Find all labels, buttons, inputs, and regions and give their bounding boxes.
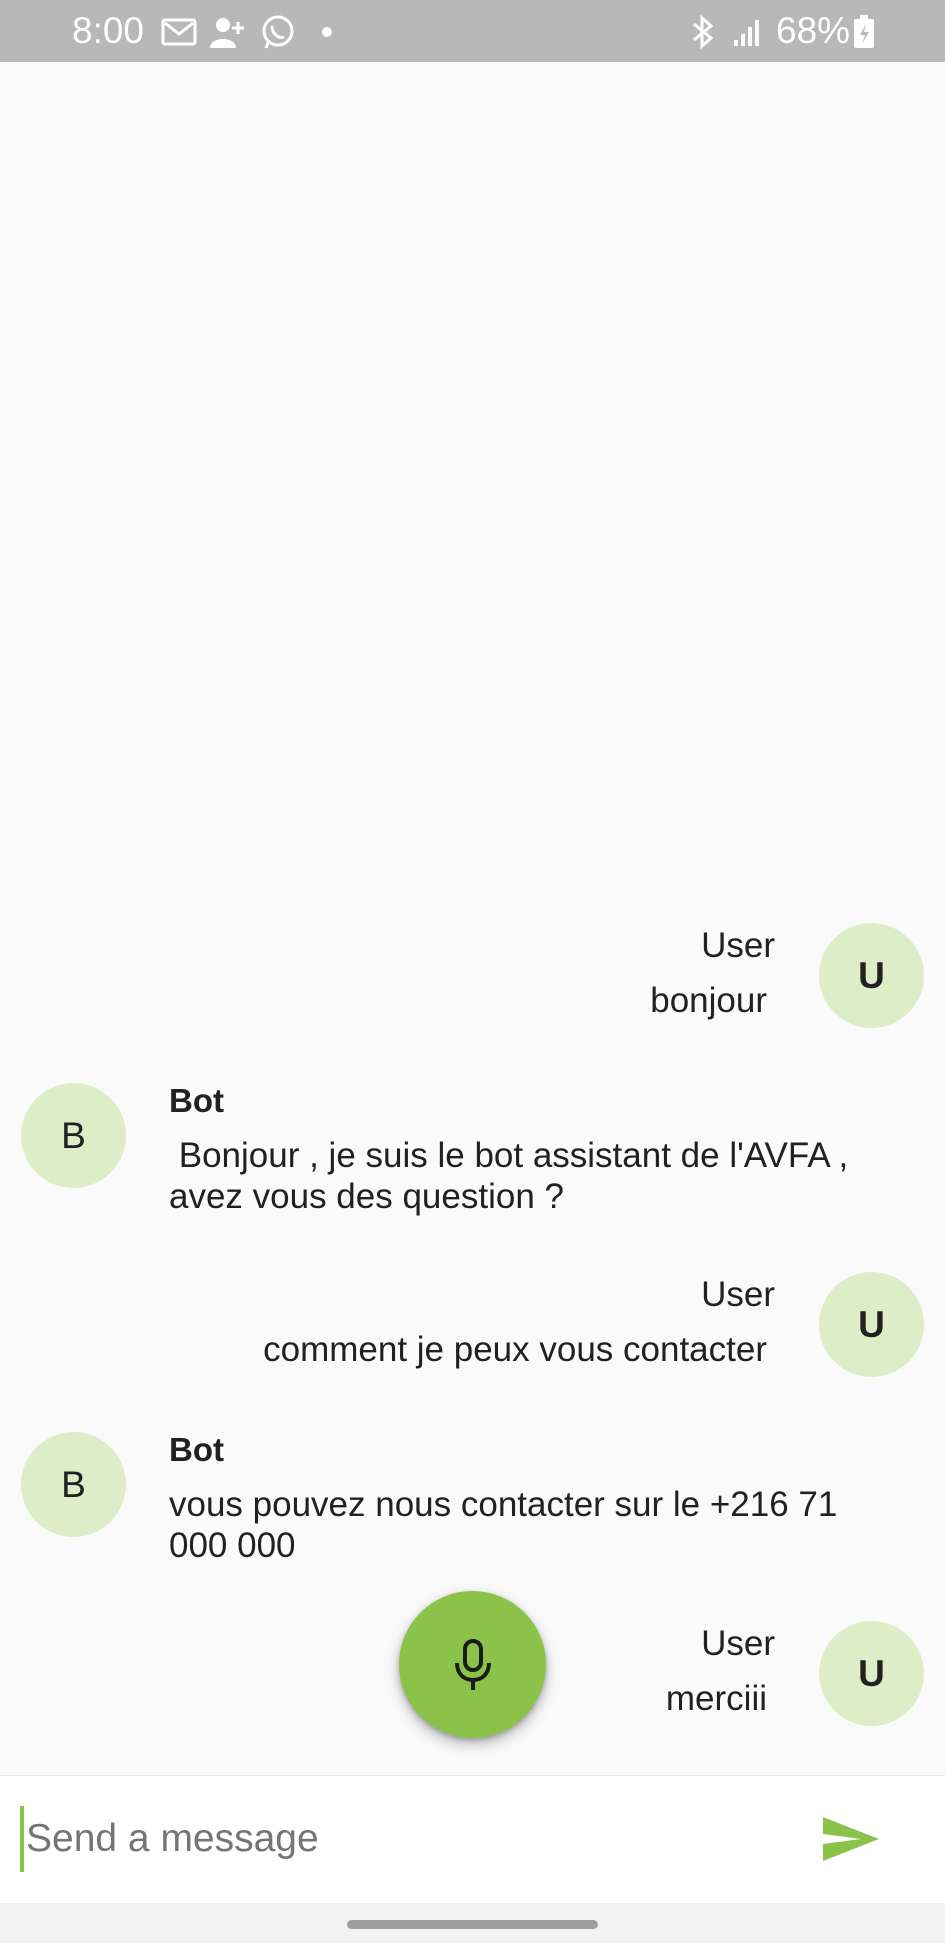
signal-icon: [734, 20, 759, 46]
bluetooth-icon: [693, 14, 714, 50]
dot-icon: [322, 27, 332, 37]
sender-name: Bot: [169, 1431, 224, 1468]
message-text: Bonjour , je suis le bot assistant de l'…: [169, 1136, 849, 1216]
navigation-bar: [0, 1903, 945, 1943]
status-bar: 8:00 68%: [0, 0, 945, 62]
mail-icon: [161, 18, 197, 46]
add-contact-icon: [210, 18, 244, 48]
battery-percent: 68%: [776, 10, 851, 51]
battery-charging-icon: [854, 15, 874, 48]
avatar: B: [21, 1083, 126, 1188]
sender-name: User: [701, 1624, 775, 1663]
sender-name: User: [701, 1275, 775, 1314]
message-input[interactable]: [20, 1806, 780, 1872]
avatar: B: [21, 1432, 126, 1537]
composer-bar: [0, 1775, 945, 1903]
send-icon: [823, 1817, 879, 1861]
mic-icon: [454, 1638, 491, 1690]
home-gesture-handle[interactable]: [347, 1920, 598, 1929]
avatar: U: [819, 923, 924, 1028]
status-time: 8:00: [72, 10, 145, 51]
sender-name: Bot: [169, 1082, 224, 1119]
message-text: comment je peux vous contacter: [263, 1330, 767, 1369]
whatsapp-icon: [262, 15, 294, 49]
message-text: bonjour: [650, 981, 767, 1020]
message-text: merciii: [665, 1679, 767, 1718]
send-button[interactable]: [818, 1808, 884, 1870]
sender-name: User: [701, 926, 775, 965]
avatar: U: [819, 1272, 924, 1377]
avatar: U: [819, 1621, 924, 1726]
mic-button[interactable]: [399, 1591, 546, 1738]
message-text: vous pouvez nous contacter sur le +216 7…: [169, 1485, 838, 1565]
